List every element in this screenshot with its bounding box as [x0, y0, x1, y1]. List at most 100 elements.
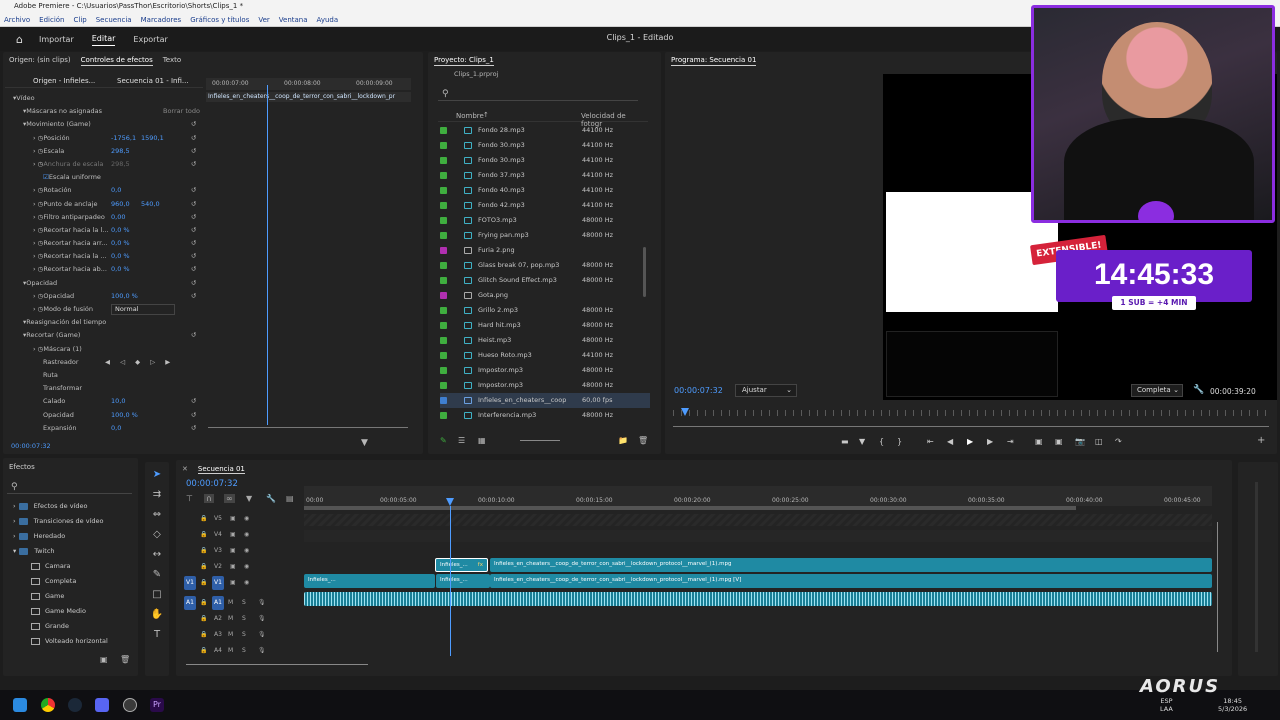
reset-icon[interactable]: ↺	[191, 277, 196, 290]
mute-button[interactable]: M	[228, 628, 233, 642]
timeline-timecode[interactable]: 00:00:07:32	[186, 479, 238, 489]
property-value[interactable]: 0,0	[111, 422, 121, 435]
solo-button[interactable]: S	[242, 596, 246, 610]
program-title[interactable]: Programa: Secuencia 01	[671, 53, 757, 66]
fit-dropdown[interactable]: Ajustar ⌄	[735, 384, 797, 397]
reset-icon[interactable]: ↺	[191, 395, 196, 408]
eye-icon[interactable]: ◉	[244, 560, 249, 574]
property-value[interactable]: 540,0	[141, 198, 160, 211]
step-forward-icon[interactable]: ▶	[987, 437, 993, 446]
tab-effect-controls[interactable]: Controles de efectos	[80, 53, 153, 66]
twirl-icon[interactable]: ›	[13, 529, 16, 544]
clock[interactable]: 18:45 5/3/2026	[1218, 697, 1247, 713]
filter-icon[interactable]: ▼	[361, 438, 368, 448]
keyframe-toggle-icon[interactable]: › ◷	[33, 290, 43, 303]
property-value[interactable]: 100,0 %	[111, 290, 138, 303]
mark-out-icon[interactable]: }	[897, 437, 902, 446]
keyframe-toggle-icon[interactable]: › ◷	[33, 250, 43, 263]
property-value[interactable]: 0,0 %	[111, 250, 130, 263]
solo-button[interactable]: S	[242, 612, 246, 626]
tracker-controls-icon[interactable]: ◀ ◁ ◆ ▷ ▶	[105, 356, 174, 369]
keyframe-toggle-icon[interactable]: › ◷	[33, 303, 43, 316]
effect-property-row[interactable]: Ruta	[13, 369, 208, 382]
track-name[interactable]: V5	[212, 512, 224, 526]
effects-preset[interactable]: Game Medio	[9, 604, 129, 619]
project-item[interactable]: Glitch Sound Effect.mp3 48000 Hz	[440, 273, 650, 288]
trash-icon[interactable]: 🗑	[120, 655, 130, 664]
effect-property-row[interactable]: › ◷ Recortar hacia arr... 0,0 % ↺	[13, 237, 208, 250]
microphone-icon[interactable]: 🎙	[258, 612, 266, 626]
column-name[interactable]: Nombre	[456, 112, 484, 120]
effect-property-row[interactable]: › ◷ Modo de fusión Normal	[13, 303, 208, 316]
keyframe-toggle-icon[interactable]: › ◷	[33, 211, 43, 224]
lock-icon[interactable]: 🔒	[200, 596, 207, 610]
type-tool-icon[interactable]: T	[150, 628, 164, 642]
lock-icon[interactable]: 🔒	[200, 644, 207, 658]
effect-property-row[interactable]: › ◷ Recortar hacia ab... 0,0 % ↺	[13, 263, 208, 276]
play-icon[interactable]: ▶	[967, 437, 973, 446]
steam-icon[interactable]	[68, 698, 82, 712]
menu-item[interactable]: Archivo	[4, 13, 30, 26]
label-color-swatch[interactable]	[440, 157, 447, 164]
label-color-swatch[interactable]	[440, 352, 447, 359]
add-marker-icon[interactable]: ▬	[841, 437, 849, 446]
track-header[interactable]: 🔒 A2 M S 🎙	[182, 612, 302, 626]
reset-icon[interactable]: ↺	[191, 329, 196, 342]
lock-icon[interactable]: 🔒	[200, 576, 207, 590]
lock-icon[interactable]: 🔒	[200, 560, 207, 574]
keyframe-toggle-icon[interactable]: › ◷	[33, 224, 43, 237]
lock-icon[interactable]: 🔒	[200, 628, 207, 642]
reset-icon[interactable]: ↺	[191, 263, 196, 276]
lock-icon[interactable]: 🔒	[200, 544, 207, 558]
project-item[interactable]: Frying pan.mp3 48000 Hz	[440, 228, 650, 243]
timeline-v-scroll[interactable]	[1217, 522, 1218, 652]
project-item[interactable]: Gota.png	[440, 288, 650, 303]
list-view-icon[interactable]: ☰	[458, 436, 465, 445]
project-item[interactable]: Glass break 07, pop.mp3 48000 Hz	[440, 258, 650, 273]
menu-item[interactable]: Edición	[39, 13, 64, 26]
project-item[interactable]: Fondo 40.mp3 44100 Hz	[440, 183, 650, 198]
effect-property-row[interactable]: › ◷ Recortar hacia la ... 0,0 % ↺	[13, 250, 208, 263]
effect-property-row[interactable]: ▾ Movimiento (Game) ↺	[13, 118, 208, 131]
label-color-swatch[interactable]	[440, 172, 447, 179]
project-item[interactable]: Grillo 2.mp3 48000 Hz	[440, 303, 650, 318]
track-header[interactable]: 🔒 A3 M S 🎙	[182, 628, 302, 642]
clip-v1-a[interactable]: Infieles_...	[304, 574, 435, 588]
label-color-swatch[interactable]	[440, 217, 447, 224]
audio-clip-a1[interactable]	[304, 592, 1212, 606]
label-color-swatch[interactable]	[440, 337, 447, 344]
close-icon[interactable]: ✕	[182, 462, 188, 474]
timeline-title[interactable]: Secuencia 01	[197, 462, 245, 474]
quality-dropdown[interactable]: Completa ⌄	[1131, 384, 1183, 397]
track-name[interactable]: V2	[212, 560, 224, 574]
track-name[interactable]: V4	[212, 528, 224, 542]
effects-title[interactable]: Efectos	[9, 460, 35, 472]
clip-v2-main[interactable]: Infieles_en_cheaters__coop_de_terror_con…	[490, 558, 1212, 572]
property-value[interactable]: 0,0 %	[111, 224, 130, 237]
rectangle-icon[interactable]: □	[150, 588, 164, 602]
project-item[interactable]: Furia 2.png	[440, 243, 650, 258]
keyframe-toggle-icon[interactable]: › ◷	[33, 184, 43, 197]
effect-clip-bar[interactable]: Infieles_en_cheaters__coop_de_terror_con…	[206, 92, 411, 102]
effect-property-row[interactable]: › ◷ Anchura de escala 298,5 ↺	[13, 158, 208, 171]
sync-lock-icon[interactable]: ▣	[230, 512, 236, 526]
reset-icon[interactable]: ↺	[191, 158, 196, 171]
keyframe-toggle-icon[interactable]: › ◷	[33, 145, 43, 158]
label-color-swatch[interactable]	[440, 307, 447, 314]
program-scrubber[interactable]	[673, 408, 1269, 416]
reset-icon[interactable]: ↺	[191, 211, 196, 224]
marker-icon[interactable]: ▼	[246, 494, 252, 503]
effects-folder[interactable]: › Heredado	[9, 529, 129, 544]
track-name[interactable]: V3	[212, 544, 224, 558]
marker-icon[interactable]: ▼	[859, 437, 865, 446]
property-value[interactable]: 10,0	[111, 395, 125, 408]
slip-icon[interactable]: ↔	[150, 548, 164, 562]
menu-item[interactable]: Marcadores	[141, 13, 182, 26]
home-icon[interactable]: ⌂	[16, 33, 23, 46]
obs-icon[interactable]	[123, 698, 137, 712]
label-color-swatch[interactable]	[440, 232, 447, 239]
track-name[interactable]: A3	[212, 628, 224, 642]
effect-property-row[interactable]: Expansión 0,0 ↺	[13, 422, 208, 435]
project-item[interactable]: Interferencia.mp3 48000 Hz	[440, 408, 650, 423]
reset-icon[interactable]: ↺	[191, 198, 196, 211]
